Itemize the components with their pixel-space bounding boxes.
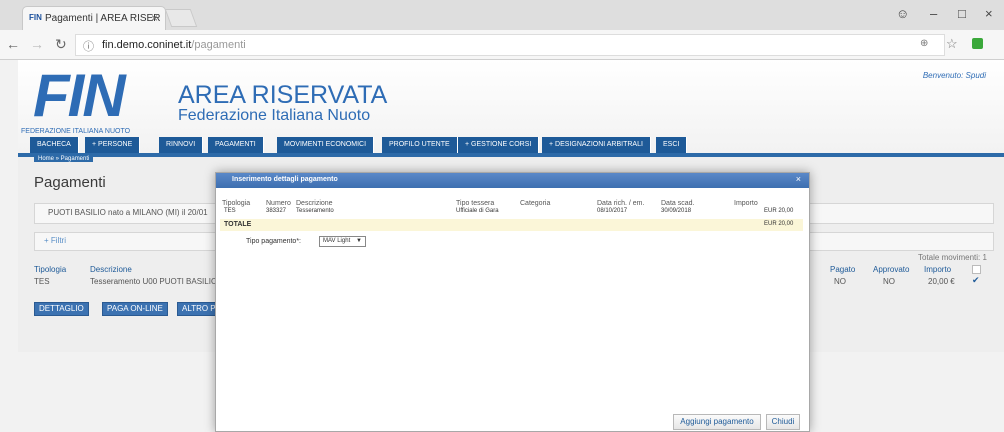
profile-icon[interactable]: ☺ xyxy=(896,6,909,21)
chevron-down-icon: ▼ xyxy=(356,238,362,244)
url-input[interactable]: ⓘ fin.demo.coninet.it/pagamenti xyxy=(75,34,945,56)
col-importo: Importo xyxy=(924,265,952,274)
menu-designazioni[interactable]: + DESIGNAZIONI ARBITRALI xyxy=(542,137,651,153)
menu-esci[interactable]: ESCI xyxy=(656,137,688,153)
back-icon[interactable]: ← xyxy=(6,36,20,52)
minimize-icon[interactable]: – xyxy=(930,6,937,21)
reload-icon[interactable]: ↻ xyxy=(55,36,67,53)
mcell-tipologia: TES xyxy=(224,208,236,214)
fin-logo: FIN xyxy=(33,62,126,129)
col-tipologia: Tipologia xyxy=(34,265,67,274)
mcell-numero: 383327 xyxy=(266,208,287,214)
area-title: AREA RISERVATA xyxy=(178,81,388,109)
mcol-numero: Numero xyxy=(266,200,291,207)
extension-icon[interactable] xyxy=(972,38,983,49)
page-title: Pagamenti xyxy=(34,174,106,191)
address-bar-area: ← → ↻ ⓘ fin.demo.coninet.it/pagamenti ⊕ … xyxy=(0,30,1004,60)
payment-type-select[interactable]: MAV Light ▼ xyxy=(319,236,366,247)
total-row xyxy=(220,219,803,231)
payment-details-dialog: Inserimento dettagli pagamento × Tipolog… xyxy=(215,172,810,432)
url-path: /pagamenti xyxy=(191,39,246,51)
info-icon[interactable]: ⓘ xyxy=(83,38,94,54)
select-all-checkbox[interactable] xyxy=(972,265,981,274)
col-descrizione: Descrizione xyxy=(90,265,132,274)
menu-gestione-corsi[interactable]: + GESTIONE CORSI xyxy=(458,137,540,153)
total-movements: Totale movimenti: 1 xyxy=(918,253,987,262)
menu-persone[interactable]: + PERSONE xyxy=(85,137,141,153)
cell-descrizione: Tesseramento U00 PUOTI BASILIO xyxy=(90,277,218,286)
mcol-tipo-tessera: Tipo tessera xyxy=(456,200,495,207)
breadcrumb[interactable]: Home » Pagamenti xyxy=(34,156,94,162)
cell-pagato: NO xyxy=(834,277,846,286)
filter-toggle[interactable]: + Filtri xyxy=(44,236,66,245)
dialog-close-icon[interactable]: × xyxy=(796,174,801,184)
url-host: fin.demo.coninet.it xyxy=(102,39,192,51)
menu-bacheca[interactable]: BACHECA xyxy=(30,137,79,153)
cell-approvato: NO xyxy=(883,277,895,286)
col-pagato: Pagato xyxy=(830,265,856,274)
maximize-icon[interactable]: □ xyxy=(958,6,966,21)
mcell-importo: EUR 20,00 xyxy=(764,208,794,214)
menu-rinnovi[interactable]: RINNOVI xyxy=(159,137,204,153)
mcell-tipo-tessera: Ufficiale di Gara xyxy=(456,208,499,214)
col-approvato: Approvato xyxy=(873,265,910,274)
payment-type-label: Tipo pagamento*: xyxy=(246,238,301,245)
mcol-descrizione: Descrizione xyxy=(296,200,333,207)
total-value: EUR 20,00 xyxy=(764,221,794,227)
dialog-title: Inserimento dettagli pagamento xyxy=(232,176,338,183)
paga-online-button[interactable]: PAGA ON-LINE xyxy=(102,302,168,316)
total-label: TOTALE xyxy=(224,221,252,228)
mcol-tipologia: Tipologia xyxy=(222,200,251,207)
mcell-data-scad: 30/09/2018 xyxy=(661,208,692,214)
new-tab-button[interactable] xyxy=(164,9,198,27)
payment-type-value: MAV Light xyxy=(323,238,351,244)
cell-importo: 20,00 € xyxy=(928,277,955,286)
forward-icon[interactable]: → xyxy=(30,36,44,52)
logo-subtitle: FEDERAZIONE ITALIANA NUOTO xyxy=(21,128,131,135)
mcol-categoria: Categoria xyxy=(520,200,551,207)
mcol-data-rich: Data rich. / em. xyxy=(597,200,645,207)
menu-movimenti[interactable]: MOVIMENTI ECONOMICI xyxy=(277,137,375,153)
browser-tab[interactable]: FIN Pagamenti | AREA RISER × xyxy=(22,6,166,30)
welcome-text: Benvenuto: Spudi xyxy=(922,71,986,80)
row-check-icon[interactable]: ✔ xyxy=(972,275,980,286)
fin-favicon-icon: FIN xyxy=(29,13,42,22)
url-text: fin.demo.coninet.it/pagamenti xyxy=(102,39,246,51)
mcol-importo: Importo xyxy=(734,200,758,207)
dettaglio-button[interactable]: DETTAGLIO xyxy=(34,302,89,316)
mcell-descrizione: Tesseramento xyxy=(296,208,334,214)
cell-tipologia: TES xyxy=(34,277,50,286)
site-header: FIN FEDERAZIONE ITALIANA NUOTO AREA RISE… xyxy=(18,60,1004,157)
window-close-icon[interactable]: × xyxy=(985,6,993,21)
federation-name: Federazione Italiana Nuoto xyxy=(178,107,371,124)
tab-title: Pagamenti | AREA RISER xyxy=(45,13,161,24)
zoom-icon[interactable]: ⊕ xyxy=(920,38,928,49)
tab-close-icon[interactable]: × xyxy=(151,11,158,25)
menu-profilo[interactable]: PROFILO UTENTE xyxy=(382,137,458,153)
add-payment-button[interactable]: Aggiungi pagamento xyxy=(673,414,761,430)
mcol-data-scad: Data scad. xyxy=(661,200,695,207)
browser-tab-bar: FIN Pagamenti | AREA RISER × ☺ – □ × xyxy=(0,0,1004,30)
athlete-info: PUOTI BASILIO nato a MILANO (MI) il 20/0… xyxy=(48,208,208,217)
mcell-data-rich: 08/10/2017 xyxy=(597,208,628,214)
bookmark-star-icon[interactable]: ☆ xyxy=(946,36,958,52)
menu-pagamenti[interactable]: PAGAMENTI xyxy=(208,137,264,153)
dialog-header[interactable]: Inserimento dettagli pagamento × xyxy=(216,173,809,188)
close-dialog-button[interactable]: Chiudi xyxy=(766,414,800,430)
